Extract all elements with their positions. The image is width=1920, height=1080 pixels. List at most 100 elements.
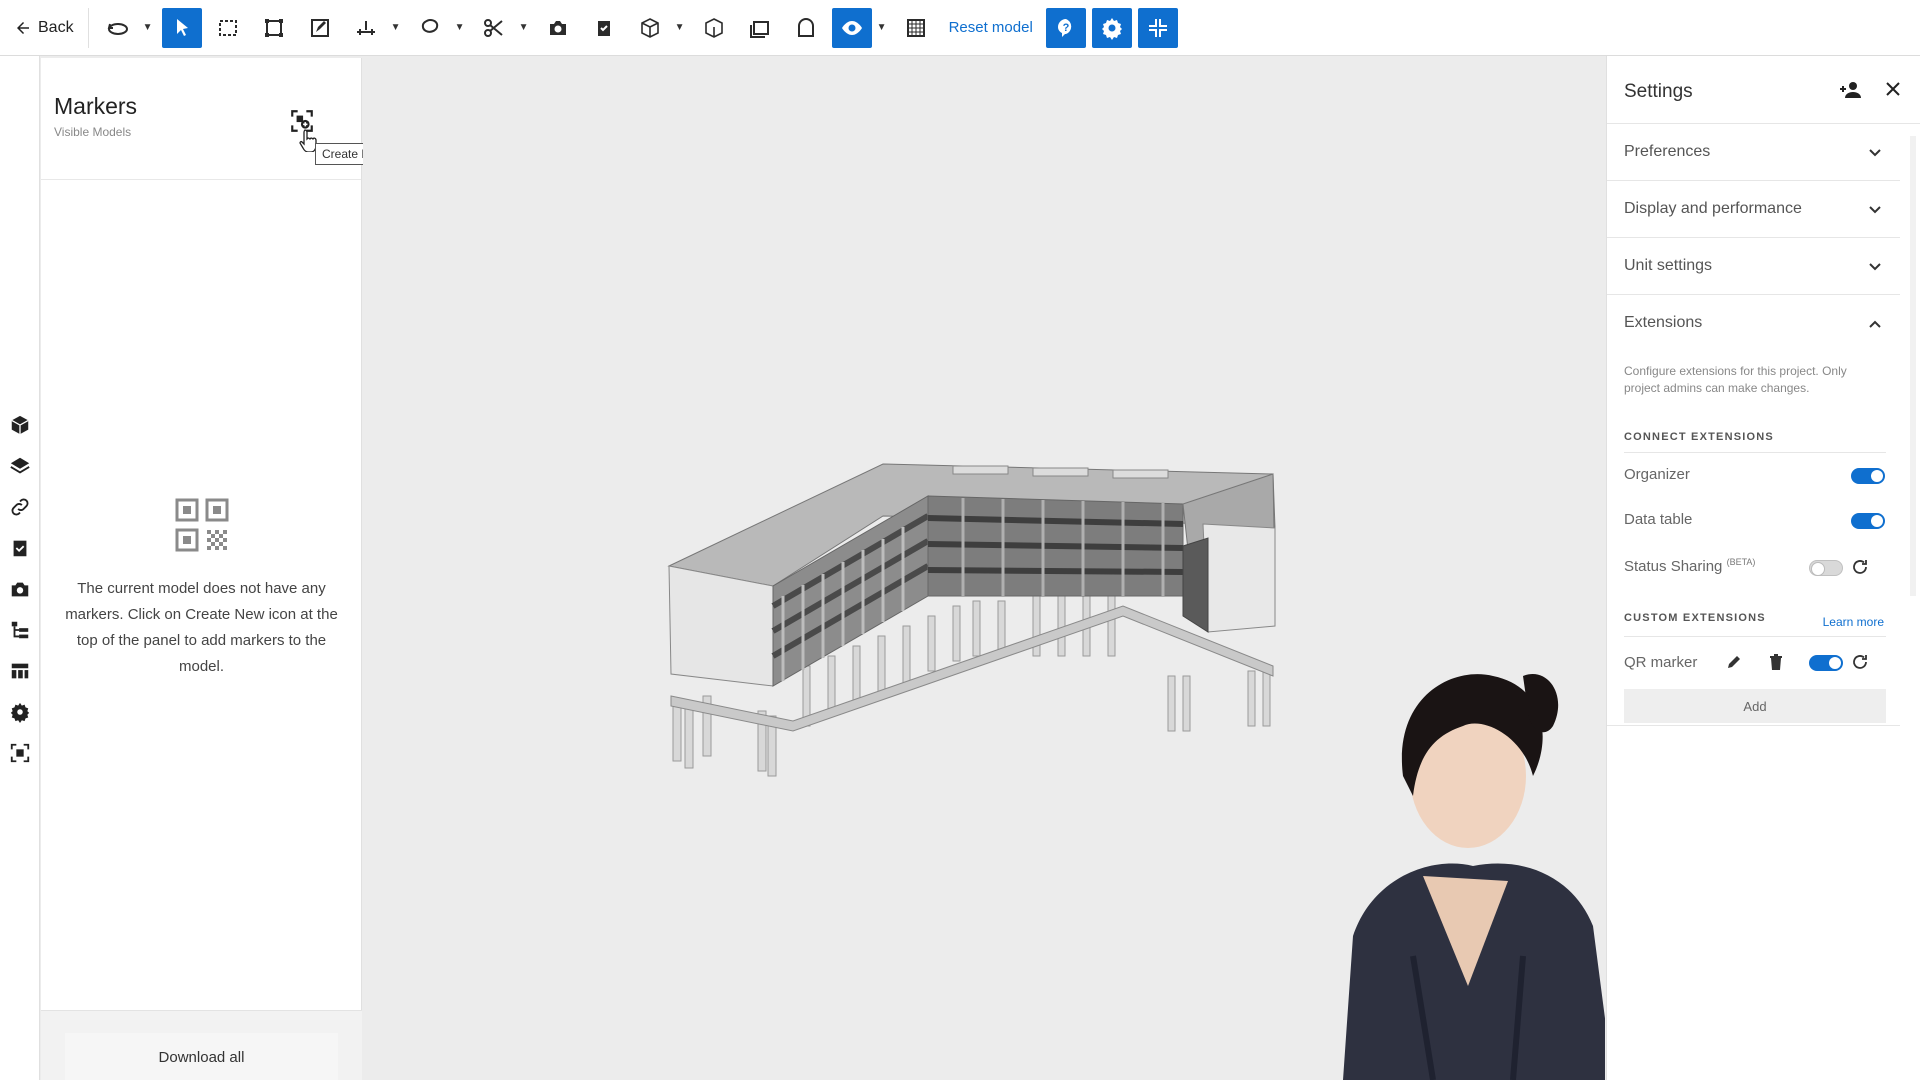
- select-tool-button[interactable]: [161, 7, 202, 48]
- measure-dropdown-caret[interactable]: ▼: [389, 8, 403, 48]
- eye-icon: [841, 20, 862, 35]
- camera-icon: [549, 20, 566, 35]
- transparency-button[interactable]: [896, 8, 936, 48]
- markers-title: Markers: [54, 93, 138, 119]
- connect-extensions-heading: CONNECT EXTENSIONS: [1624, 431, 1774, 443]
- accordion-preferences[interactable]: Preferences: [1607, 124, 1900, 181]
- visibility-button[interactable]: [831, 7, 872, 48]
- pencil-box-icon: [310, 18, 329, 37]
- orbit-icon: [107, 22, 128, 35]
- add-extension-button[interactable]: Add: [1624, 689, 1886, 723]
- top-toolbar: Back ▼ ▼ ▼ ▼ ▼ ▼ Reset model ?: [0, 0, 1920, 56]
- markers-panel: Markers Visible Models Create New The cu…: [41, 58, 393, 1080]
- organizer-tree-icon[interactable]: [8, 618, 32, 642]
- area-select-button[interactable]: [208, 8, 248, 48]
- beta-badge: (BETA): [1726, 557, 1756, 567]
- visibility-dropdown-caret[interactable]: ▼: [875, 8, 889, 48]
- data-table-icon[interactable]: [8, 659, 32, 683]
- edit-button[interactable]: [300, 8, 340, 48]
- organizer-toggle[interactable]: [1851, 468, 1885, 484]
- box-outline-icon: [704, 17, 723, 38]
- accordion-label: Display and performance: [1624, 200, 1802, 217]
- chevron-up-icon[interactable]: [1868, 317, 1882, 331]
- status-sharing-label: Status Sharing: [1624, 558, 1723, 575]
- reset-model-link[interactable]: Reset model: [939, 8, 1043, 48]
- space-button[interactable]: [786, 8, 826, 48]
- measure-icon: [356, 20, 375, 35]
- add-todo-button[interactable]: [584, 8, 624, 48]
- data-table-toggle[interactable]: [1851, 513, 1885, 529]
- markers-header: Markers Visible Models Create New: [41, 58, 393, 180]
- back-button[interactable]: Back: [10, 8, 82, 48]
- extension-organizer-label: Organizer: [1624, 466, 1690, 483]
- svg-text:?: ?: [1062, 22, 1069, 34]
- lasso-button[interactable]: [410, 8, 450, 48]
- clipboard-check-icon: [597, 20, 610, 36]
- close-icon[interactable]: [1884, 80, 1902, 98]
- qr-placeholder-icon: [175, 498, 229, 552]
- settings-button[interactable]: [1091, 7, 1132, 48]
- accordion-display-performance[interactable]: Display and performance: [1607, 181, 1900, 238]
- dashed-rectangle-icon: [218, 19, 237, 36]
- clip-dropdown-caret[interactable]: ▼: [517, 8, 531, 48]
- view-dropdown-caret[interactable]: ▼: [673, 8, 687, 48]
- lasso-icon: [421, 18, 438, 33]
- building-model[interactable]: [663, 446, 1283, 856]
- collapse-arrows-icon: [1148, 18, 1167, 37]
- refresh-icon[interactable]: [1851, 558, 1869, 576]
- presenter-video-overlay: [1343, 674, 1605, 1080]
- extension-status-sharing-label: Status Sharing (BETA): [1624, 557, 1755, 575]
- status-sharing-toggle[interactable]: [1809, 560, 1843, 576]
- view-cube-button[interactable]: [630, 8, 670, 48]
- collapse-view-button[interactable]: [1137, 7, 1178, 48]
- gear-icon: [1101, 17, 1122, 40]
- lasso-dropdown-caret[interactable]: ▼: [453, 8, 467, 48]
- stacked-frames-icon: [749, 20, 769, 38]
- download-all-button[interactable]: Download all: [65, 1033, 338, 1080]
- settings-scrollbar[interactable]: [1910, 136, 1916, 596]
- chevron-down-icon: [1869, 206, 1881, 214]
- camera-icon[interactable]: [8, 577, 32, 601]
- scissors-icon: [483, 18, 503, 37]
- extensions-header[interactable]: Extensions: [1624, 314, 1702, 332]
- extensions-description: Configure extensions for this project. O…: [1624, 364, 1847, 395]
- qr-marker-icon[interactable]: [8, 741, 32, 765]
- clip-button[interactable]: [474, 8, 514, 48]
- empty-markers-message: The current model does not have any mark…: [65, 580, 338, 675]
- divider: [1624, 452, 1886, 453]
- question-mark-icon: ?: [1057, 18, 1072, 37]
- extension-data-table-label: Data table: [1624, 511, 1693, 528]
- accordion-label: Preferences: [1624, 143, 1711, 160]
- markers-subtitle: Visible Models: [54, 125, 132, 139]
- link-icon[interactable]: [8, 495, 32, 519]
- accordion-unit-settings[interactable]: Unit settings: [1607, 238, 1900, 295]
- layers-icon[interactable]: [8, 454, 32, 478]
- settings-panel: Settings Preferences Display and perform…: [1606, 56, 1920, 1080]
- section-box-button[interactable]: [694, 8, 734, 48]
- cursor-arrow-icon: [176, 18, 188, 36]
- divider: [1624, 636, 1886, 637]
- todo-icon[interactable]: [8, 536, 32, 560]
- status-sharing-icon[interactable]: [8, 700, 32, 724]
- bounding-box-icon: [264, 18, 283, 37]
- layers-view-button[interactable]: [740, 8, 780, 48]
- orbit-dropdown-caret[interactable]: ▼: [141, 8, 155, 48]
- qr-marker-toggle[interactable]: [1809, 655, 1843, 671]
- refresh-icon[interactable]: [1851, 653, 1869, 671]
- 3d-viewport[interactable]: [363, 56, 1605, 1080]
- back-label: Back: [38, 18, 74, 36]
- custom-extensions-heading: CUSTOM EXTENSIONS: [1624, 612, 1766, 624]
- settings-header: Settings: [1607, 56, 1920, 124]
- toolbar-divider: [87, 7, 89, 48]
- models-icon[interactable]: [8, 413, 32, 437]
- trash-icon[interactable]: [1767, 653, 1785, 671]
- snapshot-button[interactable]: [538, 8, 578, 48]
- pencil-icon[interactable]: [1725, 653, 1743, 671]
- markers-footer: Download all: [41, 1010, 362, 1080]
- transform-button[interactable]: [254, 8, 294, 48]
- orbit-button[interactable]: [98, 8, 138, 48]
- measure-button[interactable]: [346, 8, 386, 48]
- user-add-icon[interactable]: [1839, 80, 1863, 100]
- learn-more-link[interactable]: Learn more: [1823, 615, 1884, 629]
- help-button[interactable]: ?: [1045, 7, 1086, 48]
